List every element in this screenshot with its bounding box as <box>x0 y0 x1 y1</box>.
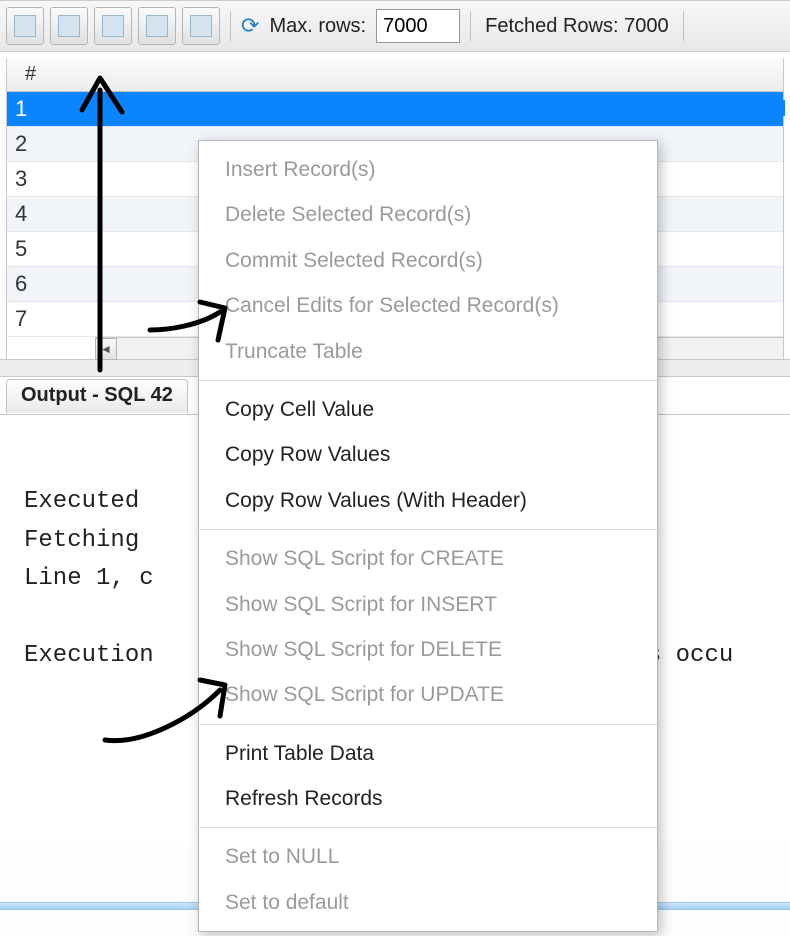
max-rows-input[interactable] <box>376 9 460 43</box>
output-line: Fetching <box>24 527 139 554</box>
output-line: Line 1, c <box>24 565 154 592</box>
menu-commit-selected[interactable]: Commit Selected Record(s) <box>199 238 657 283</box>
grid-header-rownum[interactable]: # <box>7 58 783 92</box>
toolbar-button-4[interactable] <box>138 7 176 45</box>
menu-sql-create[interactable]: Show SQL Script for CREATE <box>199 536 657 581</box>
menu-delete-selected[interactable]: Delete Selected Record(s) <box>199 192 657 237</box>
menu-print-table[interactable]: Print Table Data <box>199 731 657 776</box>
toolbar-button-2[interactable] <box>50 7 88 45</box>
menu-copy-cell[interactable]: Copy Cell Value <box>199 387 657 432</box>
menu-set-default[interactable]: Set to default <box>199 880 657 925</box>
toolbar-button-1[interactable] <box>6 7 44 45</box>
output-line: Execution <box>24 642 154 669</box>
menu-sql-update[interactable]: Show SQL Script for UPDATE <box>199 672 657 717</box>
refresh-icon[interactable]: ⟳ <box>241 15 259 37</box>
menu-separator <box>199 724 657 725</box>
toolbar-button-3[interactable] <box>94 7 132 45</box>
results-toolbar: ⟳ Max. rows: Fetched Rows: 7000 <box>0 0 790 52</box>
menu-refresh-records[interactable]: Refresh Records <box>199 776 657 821</box>
menu-separator <box>199 380 657 381</box>
fetched-rows-label: Fetched Rows: 7000 <box>485 15 668 38</box>
max-rows-label: Max. rows: <box>269 15 366 38</box>
menu-separator <box>199 529 657 530</box>
menu-cancel-edits[interactable]: Cancel Edits for Selected Record(s) <box>199 283 657 328</box>
context-menu: Insert Record(s) Delete Selected Record(… <box>198 140 658 932</box>
output-tab[interactable]: Output - SQL 42 <box>6 379 188 413</box>
toolbar-separator <box>683 11 684 41</box>
menu-truncate-table[interactable]: Truncate Table <box>199 329 657 374</box>
toolbar-separator <box>230 11 231 41</box>
toolbar-button-5[interactable] <box>182 7 220 45</box>
table-row[interactable]: 1 <box>7 92 783 127</box>
selection-marker <box>777 100 785 116</box>
toolbar-separator <box>470 11 471 41</box>
menu-insert-records[interactable]: Insert Record(s) <box>199 147 657 192</box>
output-line: Executed <box>24 488 139 515</box>
menu-copy-row-header[interactable]: Copy Row Values (With Header) <box>199 478 657 523</box>
menu-sql-delete[interactable]: Show SQL Script for DELETE <box>199 627 657 672</box>
menu-sql-insert[interactable]: Show SQL Script for INSERT <box>199 582 657 627</box>
menu-set-null[interactable]: Set to NULL <box>199 834 657 879</box>
menu-separator <box>199 827 657 828</box>
scroll-left-icon[interactable]: ◄ <box>95 338 117 360</box>
menu-copy-row[interactable]: Copy Row Values <box>199 432 657 477</box>
